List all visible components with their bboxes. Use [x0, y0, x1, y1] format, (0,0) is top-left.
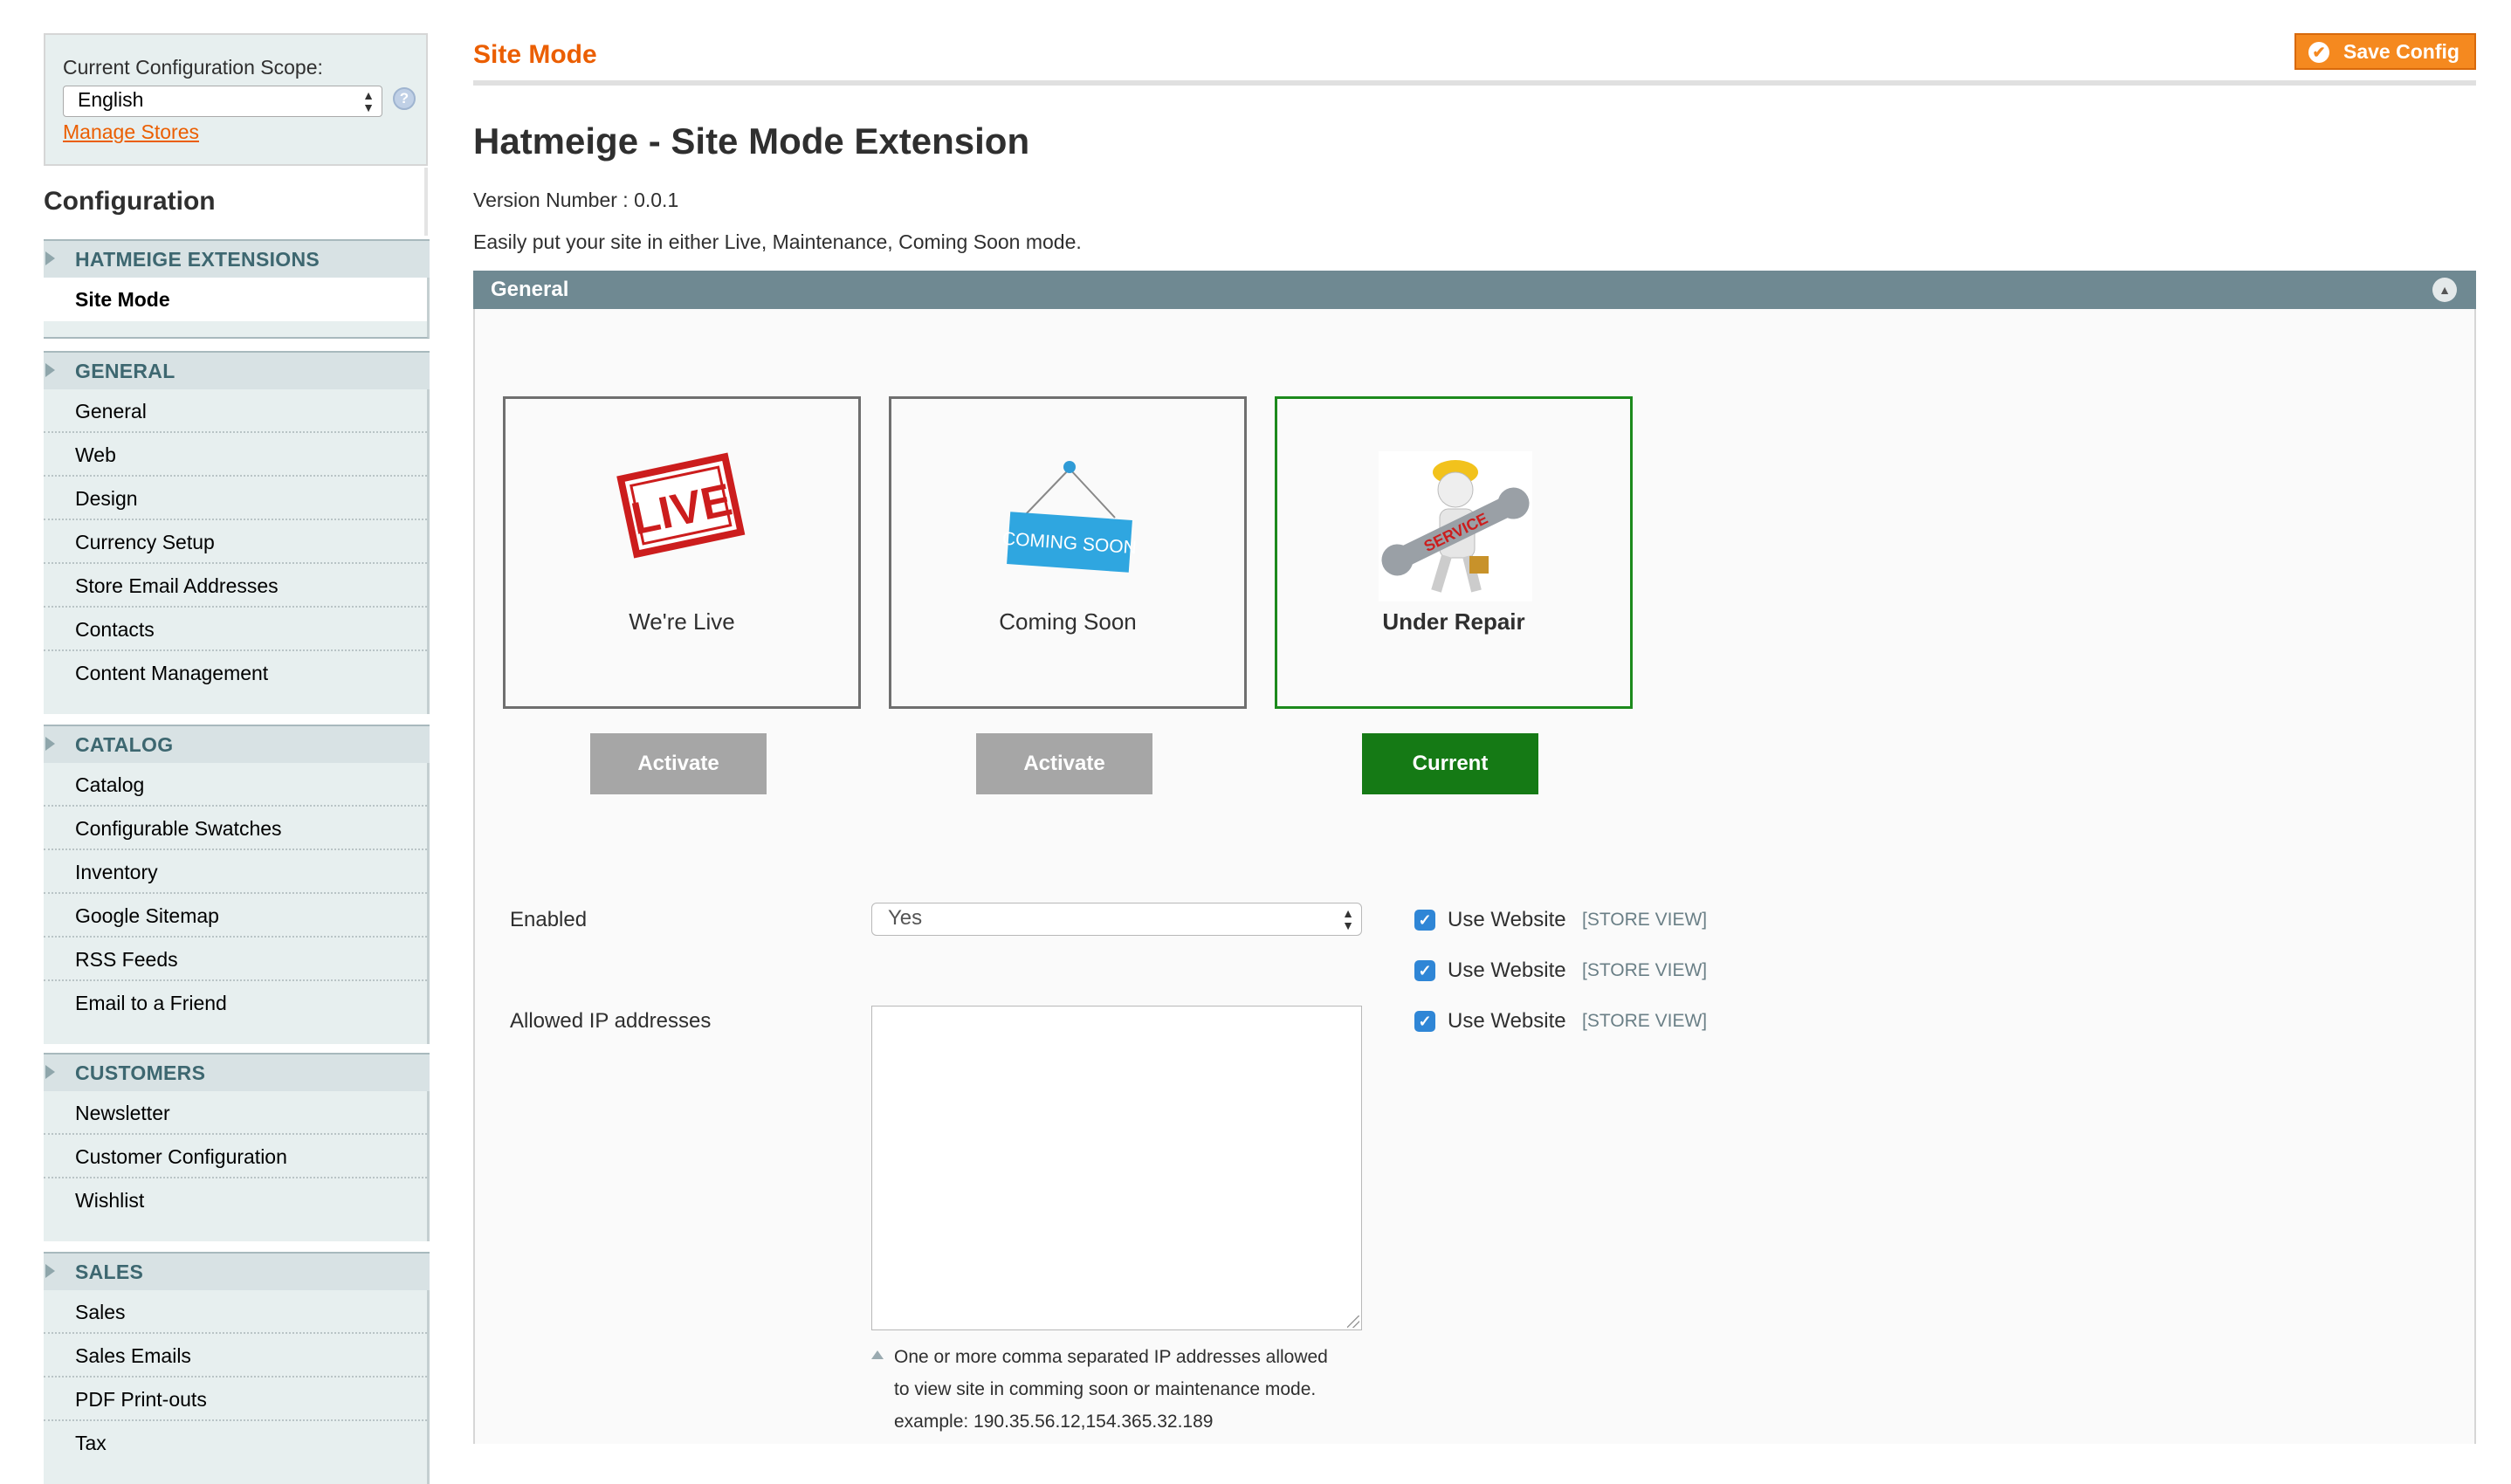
save-config-button[interactable]: ✔ Save Config	[2294, 33, 2476, 70]
page-title: Site Mode	[473, 40, 597, 69]
checkmark-icon: ✔	[2308, 42, 2329, 63]
expand-arrow-icon	[45, 737, 55, 751]
live-stamp-icon: LIVE	[616, 452, 746, 559]
sidebar-item-design[interactable]: Design	[44, 477, 427, 520]
note-line: to view site in comming soon or maintena…	[894, 1379, 1317, 1399]
use-website-label: Use Website	[1448, 958, 1566, 982]
section-title: General	[491, 278, 569, 301]
expand-arrow-icon	[45, 1065, 55, 1079]
coming-soon-sign-icon: COMING SOON	[1001, 461, 1138, 573]
mode-card-under-repair[interactable]: SERVICE Under Repair	[1275, 396, 1633, 709]
nav-group-title: SALES	[75, 1261, 144, 1283]
expand-arrow-icon	[45, 363, 55, 377]
mode-label: Coming Soon	[999, 608, 1137, 635]
enabled-label: Enabled	[510, 908, 588, 931]
store-view-label: [STORE VIEW]	[1582, 960, 1708, 980]
configuration-title: Configuration	[44, 187, 216, 216]
nav-group-customers: CUSTOMERS Newsletter Customer Configurat…	[44, 1053, 430, 1241]
note-arrow-icon	[871, 1350, 884, 1359]
sidebar-item-sales[interactable]: Sales	[44, 1290, 427, 1334]
save-config-label: Save Config	[2343, 40, 2459, 63]
sidebar-item-tax[interactable]: Tax	[44, 1421, 427, 1465]
divider	[473, 80, 2476, 86]
sidebar-item-email-to-a-friend[interactable]: Email to a Friend	[44, 981, 427, 1025]
sidebar-item-site-mode[interactable]: Site Mode	[44, 278, 427, 321]
note-line: example: 190.35.56.12,154.365.32.189	[894, 1412, 1214, 1432]
mode-label: Under Repair	[1382, 608, 1525, 635]
divider	[424, 168, 428, 236]
dropdown-arrows-icon: ▲ ▼	[1342, 906, 1354, 932]
sidebar-item-newsletter[interactable]: Newsletter	[44, 1091, 427, 1135]
use-website-checkbox[interactable]: ✓	[1414, 960, 1435, 981]
nav-group-header[interactable]: HATMEIGE EXTENSIONS	[44, 239, 430, 278]
enabled-select-value: Yes	[888, 906, 923, 930]
expand-arrow-icon	[45, 1264, 55, 1278]
sidebar-item-wishlist[interactable]: Wishlist	[44, 1178, 427, 1222]
sidebar-item-rss-feeds[interactable]: RSS Feeds	[44, 938, 427, 981]
activate-live-button[interactable]: Activate	[590, 733, 767, 794]
activate-coming-soon-button[interactable]: Activate	[976, 733, 1152, 794]
use-website-checkbox[interactable]: ✓	[1414, 910, 1435, 931]
expand-arrow-icon	[45, 251, 55, 265]
extension-title: Hatmeige - Site Mode Extension	[473, 120, 1030, 161]
scope-select[interactable]: English ▲ ▼	[63, 86, 382, 117]
sidebar-item-store-email-addresses[interactable]: Store Email Addresses	[44, 564, 427, 608]
collapse-arrow-icon[interactable]: ▲	[2432, 278, 2457, 302]
store-view-label: [STORE VIEW]	[1582, 910, 1708, 930]
sidebar-item-content-management[interactable]: Content Management	[44, 651, 427, 695]
sidebar-item-configurable-swatches[interactable]: Configurable Swatches	[44, 807, 427, 850]
sidebar-item-customer-configuration[interactable]: Customer Configuration	[44, 1135, 427, 1178]
manage-stores-link[interactable]: Manage Stores	[63, 120, 199, 144]
nav-group-header[interactable]: SALES	[44, 1252, 430, 1290]
nav-group-catalog: CATALOG Catalog Configurable Swatches In…	[44, 725, 430, 1044]
nav-group-header[interactable]: CUSTOMERS	[44, 1053, 430, 1091]
enabled-select[interactable]: Yes ▲ ▼	[871, 903, 1362, 936]
sidebar-item-sales-emails[interactable]: Sales Emails	[44, 1334, 427, 1378]
allowed-ip-label: Allowed IP addresses	[510, 1009, 712, 1033]
note-line: One or more comma separated IP addresses…	[894, 1347, 1328, 1367]
nav-group-title: GENERAL	[75, 360, 175, 382]
scope-label: Current Configuration Scope:	[63, 56, 323, 79]
sidebar-item-contacts[interactable]: Contacts	[44, 608, 427, 651]
nav-group-title: CATALOG	[75, 733, 174, 756]
sidebar-item-web[interactable]: Web	[44, 433, 427, 477]
sidebar-item-inventory[interactable]: Inventory	[44, 850, 427, 894]
mode-card-coming-soon[interactable]: COMING SOON Coming Soon	[889, 396, 1247, 709]
current-under-repair-button[interactable]: Current	[1362, 733, 1538, 794]
nav-group-sales: SALES Sales Sales Emails PDF Print-outs …	[44, 1252, 430, 1484]
sidebar-item-pdf-print-outs[interactable]: PDF Print-outs	[44, 1378, 427, 1421]
version-number: Version Number : 0.0.1	[473, 189, 679, 211]
resize-grip-icon[interactable]	[1347, 1316, 1359, 1328]
mode-card-live[interactable]: LIVE We're Live	[503, 396, 861, 709]
use-website-label: Use Website	[1448, 908, 1566, 931]
sidebar-item-catalog[interactable]: Catalog	[44, 763, 427, 807]
nav-group-title: HATMEIGE EXTENSIONS	[75, 248, 320, 271]
sidebar-item-general[interactable]: General	[44, 389, 427, 433]
help-icon[interactable]: ?	[393, 87, 416, 110]
nav-group-title: CUSTOMERS	[75, 1061, 206, 1084]
allowed-ip-textarea[interactable]	[871, 1006, 1362, 1330]
sidebar-item-currency-setup[interactable]: Currency Setup	[44, 520, 427, 564]
use-website-checkbox[interactable]: ✓	[1414, 1011, 1435, 1032]
nav-group-hatmeige-extensions: HATMEIGE EXTENSIONS Site Mode	[44, 239, 430, 339]
scope-switcher: Current Configuration Scope: English ▲ ▼ …	[44, 33, 428, 166]
scope-select-value: English	[78, 88, 144, 111]
mode-label: We're Live	[629, 608, 735, 635]
nav-group-header[interactable]: CATALOG	[44, 725, 430, 763]
nav-group-header[interactable]: GENERAL	[44, 351, 430, 389]
store-view-label: [STORE VIEW]	[1582, 1011, 1708, 1031]
extension-description: Easily put your site in either Live, Mai…	[473, 230, 1082, 253]
nav-group-general: GENERAL General Web Design Currency Setu…	[44, 351, 430, 714]
dropdown-arrows-icon: ▲ ▼	[362, 88, 375, 114]
allowed-ip-note: One or more comma separated IP addresses…	[894, 1341, 1383, 1438]
service-worker-icon: SERVICE	[1379, 451, 1532, 601]
section-header-general[interactable]: General ▲	[473, 271, 2476, 309]
use-website-label: Use Website	[1448, 1009, 1566, 1033]
sidebar-item-google-sitemap[interactable]: Google Sitemap	[44, 894, 427, 938]
